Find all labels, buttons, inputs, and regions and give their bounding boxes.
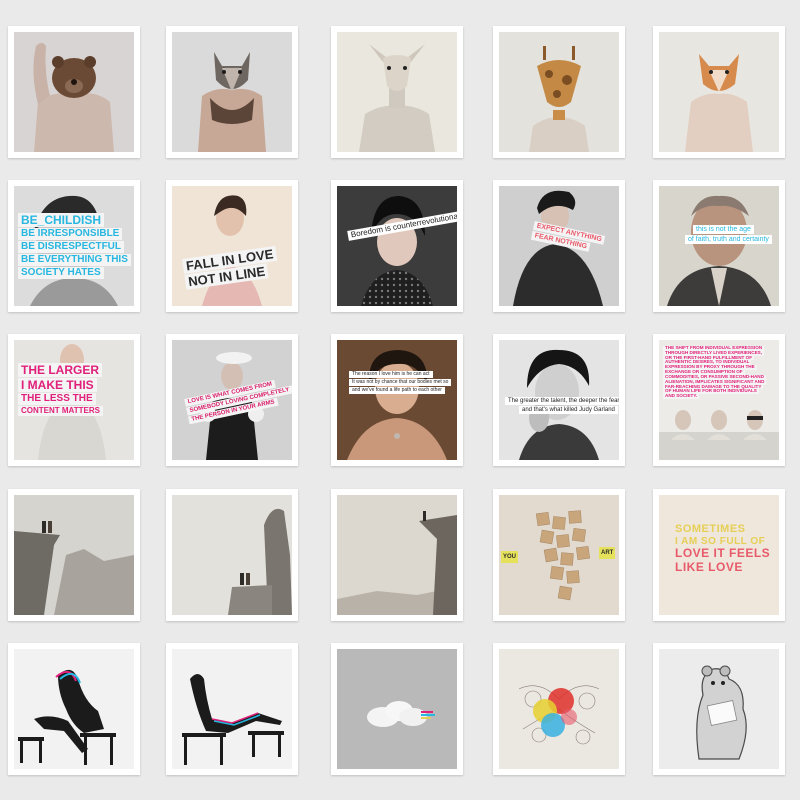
tile-elizabeth[interactable]: The reason I love him is he can act It w… (331, 334, 463, 466)
photo-three-women: THE SHIFT FROM INDIVIDUAL EXPRESSION THR… (659, 340, 779, 460)
tile-bear-sketch[interactable] (653, 643, 785, 775)
tile-boredom[interactable]: Boredom is counterrevolutionary (331, 180, 463, 312)
caption-the-shift: THE SHIFT FROM INDIVIDUAL EXPRESSION THR… (663, 345, 767, 399)
photo-bear-drawing (659, 649, 779, 769)
caption-line: THE LARGER (18, 363, 102, 377)
tile-woman-reclining[interactable] (166, 643, 298, 775)
caption-line: of faith, truth and certainty (685, 235, 772, 244)
image-grid: BE_CHILDISH BE IRRESPONSIBLE BE DISRESPE… (0, 0, 800, 800)
caption-greater-talent: The greater the talent, the deeper the f… (505, 396, 619, 415)
photo-bear-head-man (14, 32, 134, 152)
tile-you-art[interactable]: YOU ART (493, 489, 625, 621)
caption-not-the-age: this is not the age of faith, truth and … (685, 224, 772, 245)
note-art: ART (599, 547, 616, 559)
tile-bear-man[interactable] (8, 26, 140, 158)
caption-line: and we've found a life path to each othe… (349, 387, 445, 394)
photo-cloud-glitch (337, 649, 457, 769)
tile-rock-spire[interactable] (166, 489, 298, 621)
caption-line: BE IRRESPONSIBLE (18, 228, 123, 240)
photo-couple-on-cliff (14, 495, 134, 615)
photo-rock-spire (172, 495, 292, 615)
photo-wolf-head-man (172, 32, 292, 152)
photo-woman-with-hat: LOVE IS WHAT COMES FROM SOMEBODY LOVING … (172, 340, 292, 460)
photo-giraffe-head-woman (499, 32, 619, 152)
tile-giraffe-woman[interactable] (493, 26, 625, 158)
tile-cliff-valley[interactable] (8, 489, 140, 621)
caption-line: SOMETIMES (675, 523, 746, 535)
note-you: YOU (501, 551, 519, 563)
caption-line: The greater the talent, the deeper the f… (505, 397, 619, 405)
tile-color-circles[interactable] (493, 643, 625, 775)
caption-line: and that's what killed Judy Garland (519, 406, 618, 414)
photo-woman-in-chair-silhouette (172, 649, 292, 769)
tile-sometimes[interactable]: SOMETIMES I AM SO FULL OF LOVE IT FEELS … (653, 489, 785, 621)
caption-line: LIKE LOVE (675, 559, 743, 574)
caption-line: It was not by chance that our bodies met… (349, 379, 452, 386)
photo-woman-hand-on-face: The greater the talent, the deeper the f… (499, 340, 619, 460)
caption-sometimes: SOMETIMES I AM SO FULL OF LOVE IT FEELS … (675, 523, 770, 575)
photo-woman-portrait-warm: The reason I love him is he can act It w… (337, 340, 457, 460)
tile-the-shift[interactable]: THE SHIFT FROM INDIVIDUAL EXPRESSION THR… (653, 334, 785, 466)
photo-woman-black-gown: EXPECT ANYTHING FEAR NOTHING (499, 186, 619, 306)
tile-love-is[interactable]: LOVE IS WHAT COMES FROM SOMEBODY LOVING … (166, 334, 298, 466)
caption-line: BE_CHILDISH (18, 213, 105, 227)
caption-be-childish: BE_CHILDISH BE IRRESPONSIBLE BE DISRESPE… (18, 212, 131, 280)
photo-deer-head-woman (337, 32, 457, 152)
photo-paper-lettering: SOMETIMES I AM SO FULL OF LOVE IT FEELS … (659, 495, 779, 615)
photo-fox-head-woman (659, 32, 779, 152)
tile-man-reclining[interactable] (8, 643, 140, 775)
photo-flowers-colored-circles (499, 649, 619, 769)
photo-woman-white-dress: THE LARGER I MAKE THIS THE LESS THE CONT… (14, 340, 134, 460)
tile-fox-woman[interactable] (653, 26, 785, 158)
tile-greater-talent[interactable]: The greater the talent, the deeper the f… (493, 334, 625, 466)
caption-line: AND SOCIETY. (663, 393, 700, 399)
caption-elizabeth: The reason I love him is he can act It w… (349, 370, 452, 395)
photo-woman-in-dress: FALL IN LOVE NOT IN LINE (172, 186, 292, 306)
caption-line: CONTENT MATTERS (18, 406, 103, 416)
tile-cloud[interactable] (331, 643, 463, 775)
caption-line: BE DISRESPECTFUL (18, 241, 125, 253)
tile-be-childish[interactable]: BE_CHILDISH BE IRRESPONSIBLE BE DISRESPE… (8, 180, 140, 312)
photo-sticky-notes: YOU ART (499, 495, 619, 615)
caption-line: THE LESS THE (18, 393, 96, 405)
caption-line: LOVE IT FEELS (675, 546, 771, 561)
photo-woman-black-hair: Boredom is counterrevolutionary (337, 186, 457, 306)
caption-the-larger: THE LARGER I MAKE THIS THE LESS THE CONT… (18, 362, 103, 417)
caption-line: this is not the age (693, 225, 754, 234)
photo-figure-on-overhang (337, 495, 457, 615)
tile-wolf-man[interactable] (166, 26, 298, 158)
tile-deer-woman[interactable] (331, 26, 463, 158)
photo-man-in-chair-silhouette (14, 649, 134, 769)
tile-overlook[interactable] (331, 489, 463, 621)
photo-woman-short-hair: BE_CHILDISH BE IRRESPONSIBLE BE DISRESPE… (14, 186, 134, 306)
tile-not-the-age[interactable]: this is not the age of faith, truth and … (653, 180, 785, 312)
caption-line: I MAKE THIS (18, 378, 97, 392)
tile-expect-anything[interactable]: EXPECT ANYTHING FEAR NOTHING (493, 180, 625, 312)
caption-line: The reason I love him is he can act (349, 371, 433, 378)
tile-the-larger[interactable]: THE LARGER I MAKE THIS THE LESS THE CONT… (8, 334, 140, 466)
caption-line: BE EVERYTHING THIS (18, 254, 131, 266)
caption-line: SOCIETY HATES (18, 267, 104, 279)
photo-man-in-suit: this is not the age of faith, truth and … (659, 186, 779, 306)
tile-fall-in-love[interactable]: FALL IN LOVE NOT IN LINE (166, 180, 298, 312)
